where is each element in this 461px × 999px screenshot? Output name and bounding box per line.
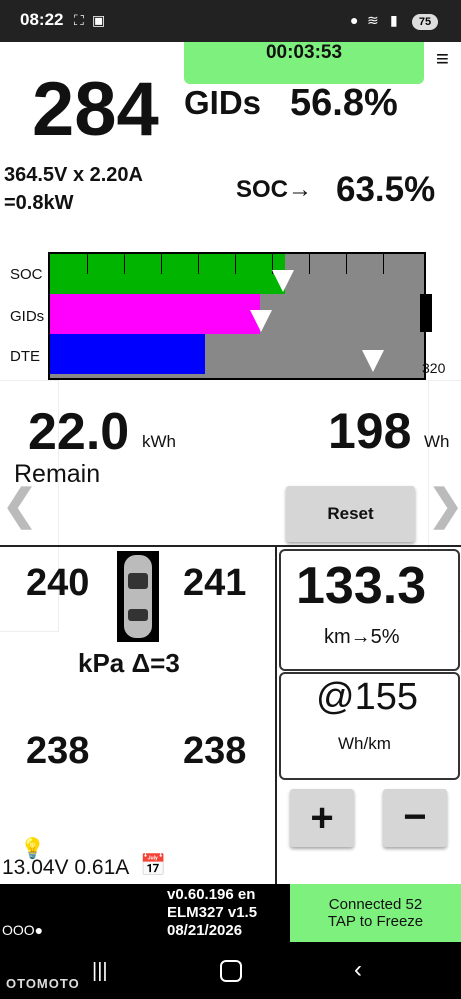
bar-tick [161, 254, 162, 274]
battery-icon: 75 [412, 14, 438, 30]
bar-tick [87, 254, 88, 274]
plus-button[interactable]: + [290, 789, 354, 847]
calendar-icon: 📅 [140, 854, 167, 877]
bar-tick [198, 254, 199, 274]
vertical-divider [275, 545, 277, 884]
version-line1: v0.60.196 en [167, 886, 256, 903]
car-icon [117, 551, 159, 642]
remain-label: Remain [14, 460, 101, 488]
battery-terminal [420, 294, 432, 332]
wh-value: 198 [328, 403, 412, 459]
gids-value: 284 [32, 67, 159, 152]
soc-label: SOC→ [236, 176, 313, 203]
bottom-bar: OOO● v0.60.196 en ELM327 v1.5 08/21/2026… [0, 884, 461, 942]
tire-rear-left: 238 [26, 730, 90, 772]
gids-percent: 56.8% [290, 82, 398, 124]
back-icon[interactable]: ‹ [354, 956, 362, 984]
dte-bar-fill [50, 334, 205, 374]
menu-icon[interactable]: ≡ [436, 46, 449, 72]
reset-button[interactable]: Reset [286, 486, 415, 542]
bar-tick [309, 254, 310, 274]
remain-unit: kWh [142, 432, 176, 451]
navigation-bar: OTOMOTO ||| ‹ [0, 942, 461, 999]
location-icon: ● [350, 12, 359, 28]
wh-unit: Wh [424, 432, 450, 451]
screenshot-icon: ⛶ [74, 12, 84, 28]
tire-unit-delta: kPa Δ=3 [78, 648, 180, 678]
tire-rear-right: 238 [183, 730, 247, 772]
connection-status[interactable]: Connected 52 TAP to Freeze [290, 884, 461, 942]
version-info: v0.60.196 en ELM327 v1.5 08/21/2026 [167, 886, 257, 940]
power-line2: =0.8kW [4, 192, 74, 214]
wifi-icon: ≋ [367, 12, 379, 28]
tire-front-left: 240 [26, 562, 90, 604]
tire-front-right: 241 [183, 562, 247, 604]
section-divider [0, 545, 461, 547]
minus-button[interactable]: − [383, 789, 447, 847]
version-line3: 08/21/2026 [167, 922, 243, 939]
bar-tick [383, 254, 384, 274]
page-dots: OOO● [2, 922, 44, 938]
chevron-right-icon[interactable]: ❯ [428, 480, 461, 529]
recent-apps-icon[interactable]: ||| [92, 960, 108, 983]
signal-icon: ▮ [390, 12, 398, 28]
remain-value: 22.0 [28, 403, 130, 461]
range-value: 133.3 [296, 557, 427, 615]
bar-max-label: 320 [422, 360, 446, 376]
watermark: OTOMOTO [6, 976, 80, 991]
soc-percent: 63.5% [336, 170, 436, 209]
home-icon[interactable] [220, 960, 242, 982]
version-line2: ELM327 v1.5 [167, 904, 258, 921]
efficiency-value: @155 [316, 676, 418, 718]
connection-line1: Connected 52 [328, 896, 423, 913]
trip-timer[interactable]: 00:03:53 [184, 42, 424, 84]
bar-tick [235, 254, 236, 274]
gids-label: GIDs [184, 84, 262, 121]
photo-icon: ▣ [92, 12, 106, 28]
efficiency-label: Wh/km [338, 734, 391, 753]
range-label: km→5% [324, 626, 400, 648]
bar-ticks [50, 254, 420, 274]
status-bar: 08:22 ⛶ ▣ ● ≋ ▮ 75 [0, 0, 461, 42]
connection-line2: TAP to Freeze [327, 913, 424, 930]
bar-tick [346, 254, 347, 274]
gids-bar-label: GIDs [10, 308, 45, 325]
soc-bar-label: SOC [10, 266, 43, 283]
dte-bar-label: DTE [10, 348, 40, 365]
power-line1: 364.5V x 2.20A [4, 164, 143, 186]
status-time: 08:22 [20, 10, 64, 29]
aux-voltage: 13.04V 0.61A [2, 856, 130, 879]
gids-bar-fill [50, 294, 260, 334]
bar-tick [124, 254, 125, 274]
